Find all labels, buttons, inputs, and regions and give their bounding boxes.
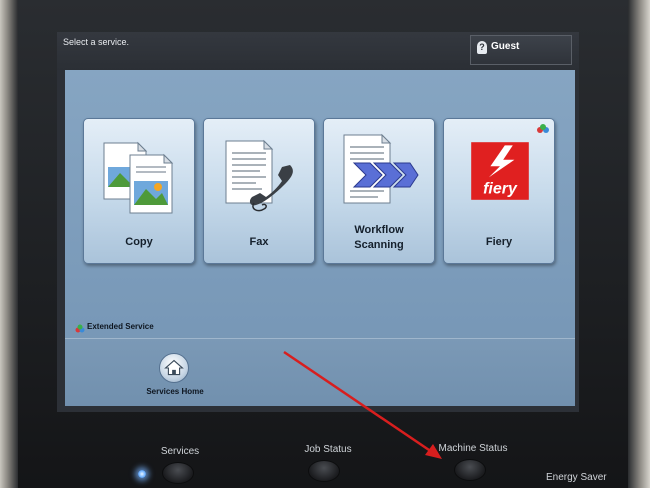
- extended-service-label: Extended Service: [87, 322, 154, 331]
- workflow-scanning-label: Workflow Scanning: [324, 223, 434, 253]
- guest-label: Guest: [491, 41, 520, 52]
- fax-icon: [225, 139, 293, 212]
- copy-label: Copy: [125, 236, 153, 248]
- energy-saver-label: Energy Saver: [546, 472, 607, 483]
- workflow-scanning-label-line2: Scanning: [354, 239, 404, 251]
- services-hw-label: Services: [160, 446, 200, 457]
- power-led: [138, 470, 146, 478]
- services-home-label: Services Home: [146, 387, 204, 396]
- copy-tile[interactable]: Copy: [83, 118, 195, 264]
- services-panel: Copy Fax Workflow Scanning fiery Fiery E…: [65, 70, 575, 406]
- job-status-label: Job Status: [304, 444, 352, 455]
- fiery-icon: fiery: [471, 142, 529, 200]
- user-key-icon: ?: [477, 41, 487, 54]
- color-dots-icon: [537, 124, 549, 133]
- svg-text:fiery: fiery: [483, 180, 518, 197]
- bezel-left-edge: [0, 0, 18, 488]
- bezel-right-edge: [628, 0, 650, 488]
- workflow-scanning-tile[interactable]: Workflow Scanning: [323, 118, 435, 264]
- touch-screen: Select a service. ? Guest Copy Fax Workf…: [57, 32, 579, 412]
- copy-icon: [103, 141, 174, 214]
- guest-button[interactable]: ? Guest: [470, 35, 572, 65]
- bottom-area: Services Home: [65, 339, 575, 406]
- fax-tile[interactable]: Fax: [203, 118, 315, 264]
- extended-service-icon: [75, 324, 85, 333]
- workflow-scanning-icon: [343, 133, 419, 204]
- fiery-label: Fiery: [485, 236, 513, 248]
- fax-label: Fax: [249, 236, 269, 248]
- services-home-button[interactable]: [159, 353, 189, 383]
- home-icon: [164, 359, 184, 376]
- top-bar: Select a service. ? Guest: [57, 32, 579, 70]
- services-hw-button[interactable]: [162, 462, 194, 484]
- workflow-scanning-label-line1: Workflow: [354, 224, 404, 236]
- prompt-text: Select a service.: [63, 37, 130, 47]
- machine-status-label: Machine Status: [438, 443, 508, 454]
- extended-service[interactable]: Extended Service: [65, 320, 575, 338]
- machine-status-button[interactable]: [454, 459, 486, 481]
- job-status-button[interactable]: [308, 460, 340, 482]
- fiery-tile[interactable]: fiery Fiery: [443, 118, 555, 264]
